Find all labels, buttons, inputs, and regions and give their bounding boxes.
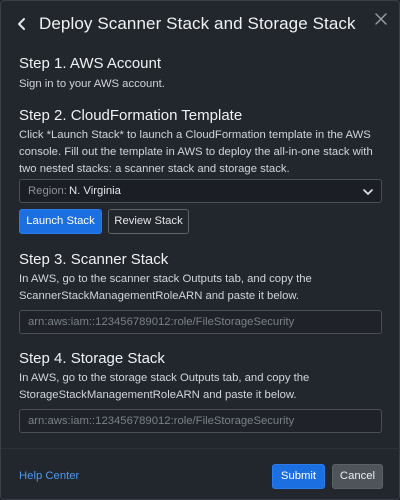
region-select[interactable]: Region: N. Virginia: [19, 179, 382, 203]
launch-stack-button[interactable]: Launch Stack: [19, 209, 102, 234]
step3-text: In AWS, go to the scanner stack Outputs …: [19, 273, 312, 302]
step3-heading: Step 3. Scanner Stack: [19, 251, 169, 268]
step2-heading: Step 2. CloudFormation Template: [19, 107, 243, 124]
chevron-down-icon: [363, 187, 373, 195]
dialog-header: Deploy Scanner Stack and Storage Stack: [1, 1, 400, 49]
region-value: N. Virginia: [69, 185, 121, 197]
storage-role-arn-input[interactable]: [19, 409, 382, 433]
step1-text: Sign in to your AWS account.: [19, 78, 165, 90]
cancel-button[interactable]: Cancel: [332, 464, 383, 489]
review-stack-button[interactable]: Review Stack: [108, 209, 189, 234]
deploy-dialog: Deploy Scanner Stack and Storage Stack S…: [0, 0, 400, 500]
scanner-role-arn-input[interactable]: [19, 310, 382, 334]
submit-button[interactable]: Submit: [272, 464, 325, 489]
footer-divider: [1, 448, 400, 449]
chevron-left-icon[interactable]: [15, 15, 29, 33]
step4-text: In AWS, go to the storage stack Outputs …: [19, 372, 310, 401]
dialog-title: Deploy Scanner Stack and Storage Stack: [39, 14, 356, 33]
step2-text: Click *Launch Stack* to launch a CloudFo…: [19, 129, 373, 175]
step1-heading: Step 1. AWS Account: [19, 55, 162, 72]
help-center-link[interactable]: Help Center: [19, 470, 79, 482]
close-icon[interactable]: [373, 11, 389, 27]
step4-heading: Step 4. Storage Stack: [19, 350, 165, 367]
region-label: Region:: [28, 185, 67, 197]
